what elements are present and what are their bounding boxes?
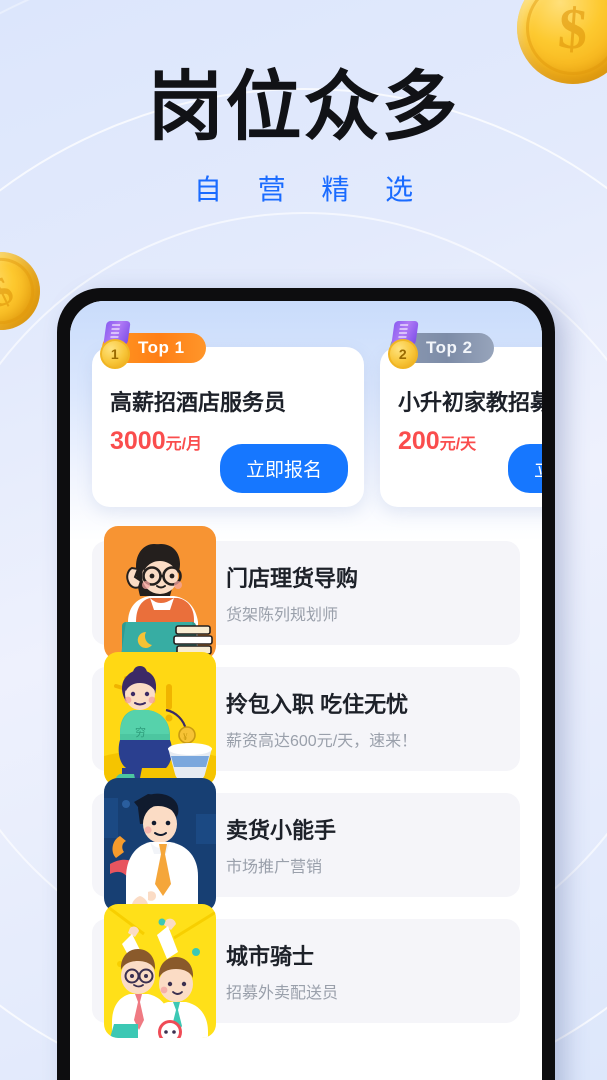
price-unit: 元/月 [165,436,203,453]
medal-disc: 2 [388,339,418,369]
rank-badge-label: Top 1 [138,338,185,357]
medal-disc: 1 [100,339,130,369]
price-amount: 200 [398,427,440,455]
phone-screen: 1 Top 1 高薪招酒店服务员 3000元/月 立即报名 2 Top 2 小升… [70,301,542,1080]
businessman-thumbnail [104,778,216,912]
phone-mockup-frame: 1 Top 1 高薪招酒店服务员 3000元/月 立即报名 2 Top 2 小升… [57,288,555,1080]
list-item-text: 城市骑士 招募外卖配送员 [226,939,338,1003]
cheering-people-thumbnail [104,904,216,1038]
page-title: 岗位众多 [147,65,460,150]
svg-text:¥: ¥ [183,732,188,742]
apply-now-button-1[interactable]: 立即报名 [219,444,348,493]
list-item[interactable]: 门店理货导购 货架陈列规划师 [92,526,520,660]
job-description: 货架陈列规划师 [226,607,339,624]
job-list: 门店理货导购 货架陈列规划师 穷 ¥ 拎包入职 吃住无忧 薪资高达600元/天，… [70,507,542,1038]
price-unit: 元/天 [439,436,477,453]
girl-with-laptop-thumbnail [104,526,216,660]
ranked-cards-carousel[interactable]: 1 Top 1 高薪招酒店服务员 3000元/月 立即报名 2 Top 2 小升… [70,301,542,507]
list-item-text: 拎包入职 吃住无忧 薪资高达600元/天，速来！ [226,687,417,751]
list-item[interactable]: 卖货小能手 市场推广营销 [92,778,520,912]
job-description: 市场推广营销 [226,859,323,876]
list-item-text: 门店理货导购 货架陈列规划师 [226,561,358,625]
job-title: 城市骑士 [226,944,315,969]
job-description: 招募外卖配送员 [226,985,339,1002]
hero-section: 岗位众多 自 营 精 选 [0,70,607,208]
medal-icon-silver: 2 [384,321,430,373]
list-item-text: 卖货小能手 市场推广营销 [226,813,336,877]
job-title: 拎包入职 吃住无忧 [226,692,409,717]
price-amount: 3000 [110,427,166,455]
ranked-card-2[interactable]: 2 Top 2 小升初家教招募 200元/天 立即报名 [380,321,542,507]
ranked-card-title: 高薪招酒店服务员 [110,390,287,415]
rank-badge-label: Top 2 [426,338,473,357]
job-title: 门店理货导购 [226,566,359,591]
job-title: 卖货小能手 [226,818,337,843]
list-item[interactable]: 城市骑士 招募外卖配送员 [92,904,520,1038]
svg-text:穷: 穷 [135,725,146,739]
kneeling-person-thumbnail: 穷 ¥ [104,652,216,786]
ranked-card-title: 小升初家教招募 [398,390,542,415]
page-subtitle: 自 营 精 选 [193,174,428,205]
job-description: 薪资高达600元/天，速来！ [226,733,418,750]
apply-now-button-2[interactable]: 立即报名 [507,444,542,493]
medal-icon-gold: 1 [96,321,142,373]
list-item[interactable]: 穷 ¥ 拎包入职 吃住无忧 薪资高达600元/天，速来！ [92,652,520,786]
ranked-card-1[interactable]: 1 Top 1 高薪招酒店服务员 3000元/月 立即报名 [92,321,364,507]
rank-badge-1: 1 Top 1 [100,321,206,369]
rank-badge-2: 2 Top 2 [388,321,494,369]
